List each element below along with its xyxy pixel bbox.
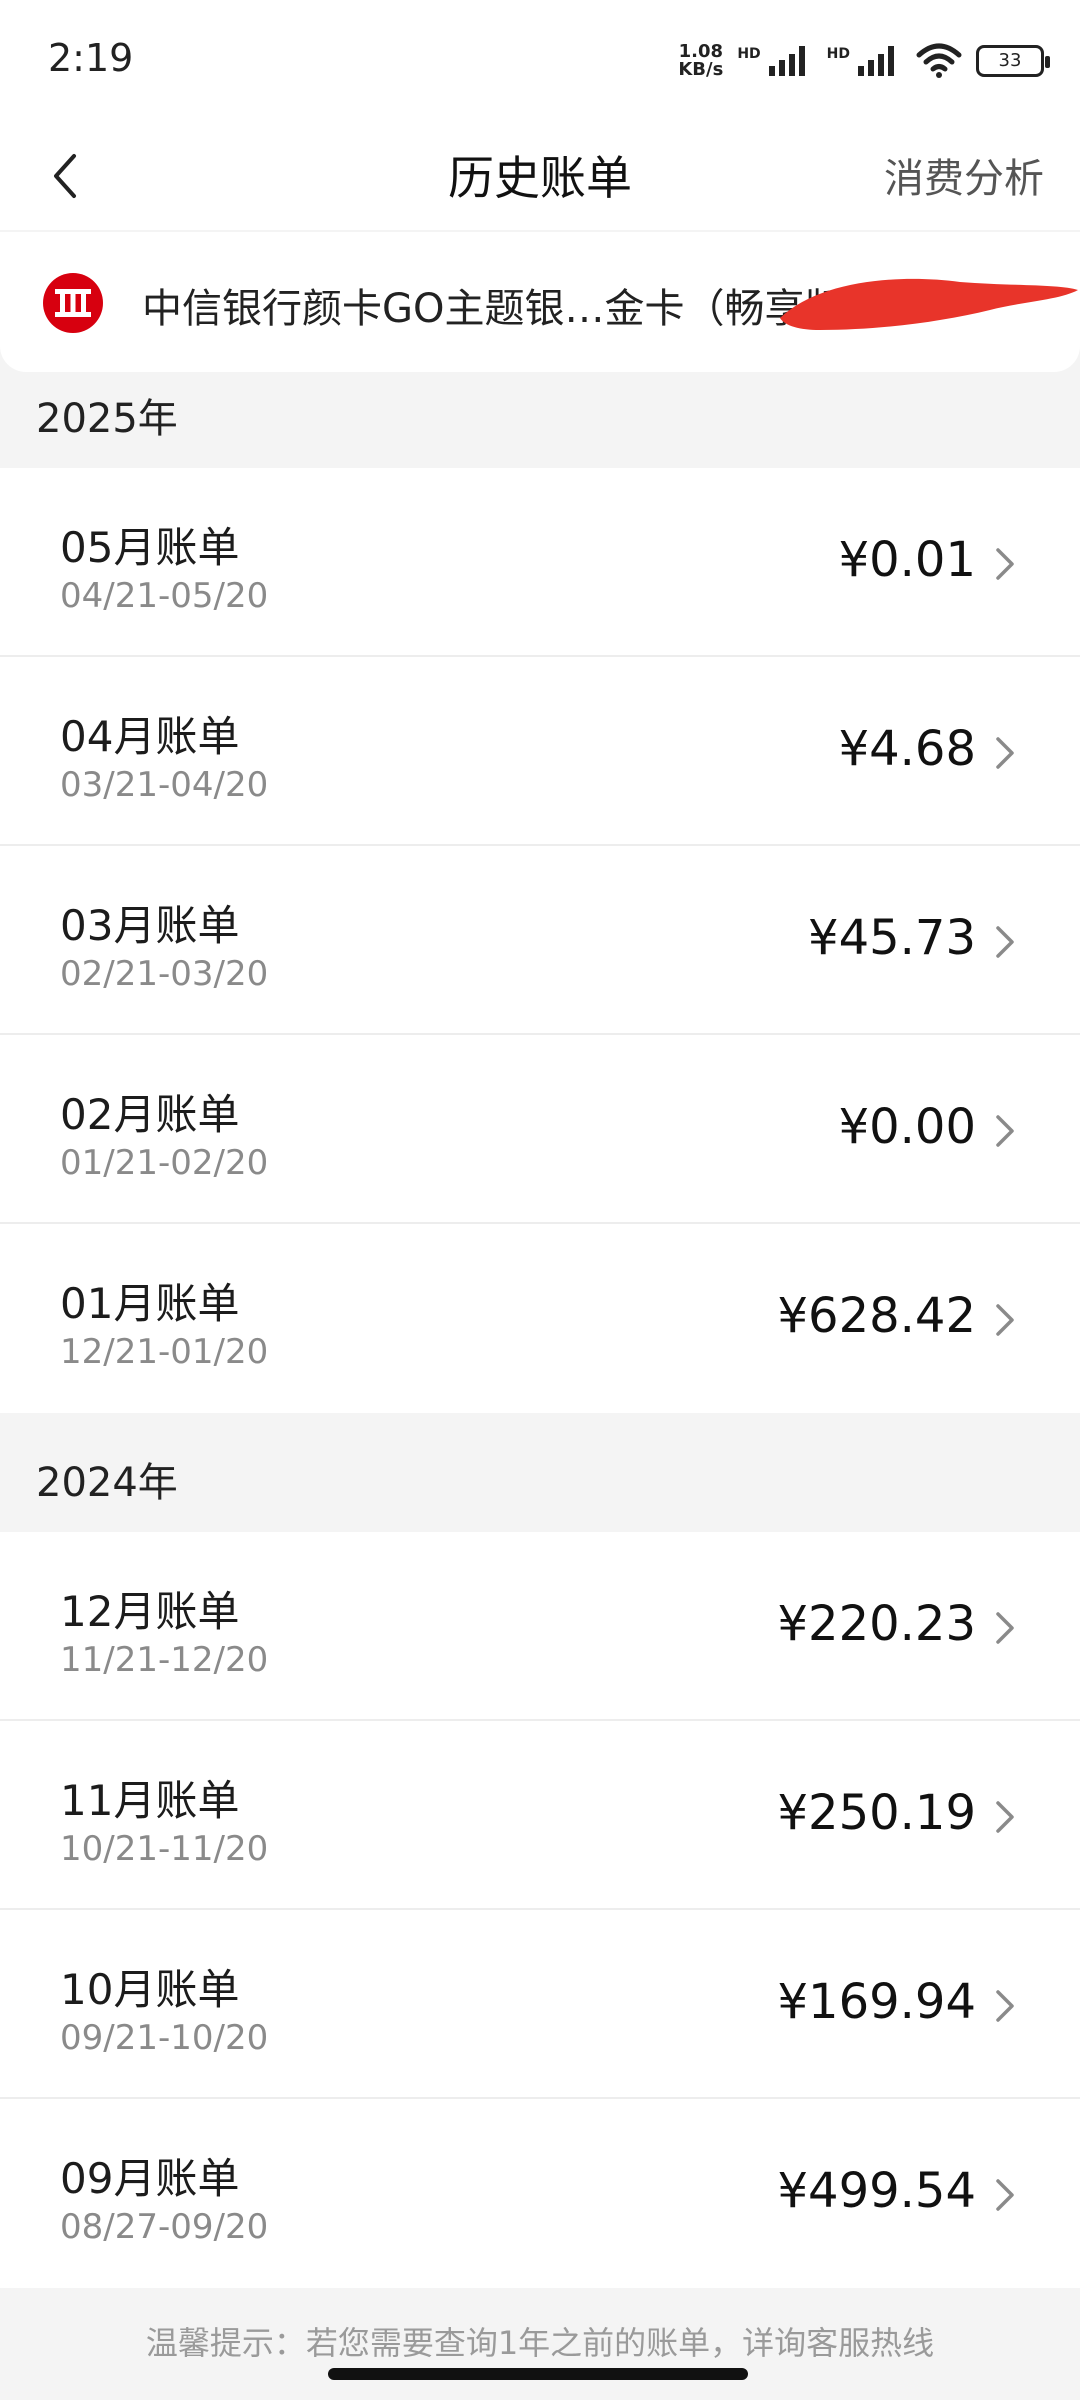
bill-title: 10月账单 (60, 1965, 240, 2014)
bill-title: 02月账单 (60, 1090, 240, 1139)
bill-title: 12月账单 (60, 1587, 240, 1636)
cell-signal-1-icon: HD (737, 46, 812, 76)
bill-row[interactable]: 10月账单 09/21-10/20 ¥169.94 (0, 1910, 1080, 2099)
bill-amount: ¥220.23 (777, 1596, 977, 1652)
year-header-2024: 2024年 (36, 1460, 178, 1506)
battery-icon: 33 (976, 45, 1050, 77)
bill-amount: ¥499.54 (777, 2163, 977, 2219)
chevron-right-icon (996, 737, 1014, 769)
bill-period: 11/21-12/20 (60, 1640, 269, 1680)
chevron-right-icon (996, 2179, 1014, 2211)
bill-period: 02/21-03/20 (60, 954, 269, 994)
bill-period: 10/21-11/20 (60, 1829, 269, 1869)
nav-bar: 历史账单 消费分析 (0, 120, 1080, 230)
network-speed-unit: KB/s (678, 59, 724, 80)
bill-row[interactable]: 04月账单 03/21-04/20 ¥4.68 (0, 657, 1080, 846)
bill-amount: ¥250.19 (777, 1785, 977, 1841)
bill-amount: ¥4.68 (838, 721, 976, 777)
bill-title: 03月账单 (60, 901, 240, 950)
chevron-right-icon (996, 1612, 1014, 1644)
status-time: 2:19 (48, 36, 134, 80)
bill-title: 09月账单 (60, 2154, 240, 2203)
bill-title: 04月账单 (60, 712, 240, 761)
bill-period: 09/21-10/20 (60, 2018, 269, 2058)
year-header-2025: 2025年 (36, 396, 178, 442)
status-bar: 2:19 1.08 KB/s HD HD 33 (0, 0, 1080, 120)
chevron-right-icon (996, 926, 1014, 958)
bill-row[interactable]: 12月账单 11/21-12/20 ¥220.23 (0, 1532, 1080, 1721)
bill-title: 01月账单 (60, 1279, 240, 1328)
wifi-icon (916, 43, 962, 78)
bill-amount: ¥45.73 (808, 910, 976, 966)
hd-label: HD (737, 46, 761, 62)
bill-row[interactable]: 03月账单 02/21-03/20 ¥45.73 (0, 846, 1080, 1035)
bill-row[interactable]: 02月账单 01/21-02/20 ¥0.00 (0, 1035, 1080, 1224)
bill-title: 05月账单 (60, 523, 240, 572)
bill-period: 04/21-05/20 (60, 576, 269, 616)
bill-period: 12/21-01/20 (60, 1332, 269, 1372)
bill-row[interactable]: 09月账单 08/27-09/20 ¥499.54 (0, 2099, 1080, 2288)
bill-row[interactable]: 11月账单 10/21-11/20 ¥250.19 (0, 1721, 1080, 1910)
hd-label: HD (826, 46, 850, 62)
network-speed: 1.08 KB/s (678, 43, 723, 79)
bill-row[interactable]: 01月账单 12/21-01/20 ¥628.42 (0, 1224, 1080, 1413)
bill-amount: ¥0.00 (838, 1099, 976, 1155)
bill-list-2025: 05月账单 04/21-05/20 ¥0.01 04月账单 03/21-04/2… (0, 468, 1080, 1413)
bill-amount: ¥0.01 (838, 532, 976, 588)
bill-period: 03/21-04/20 (60, 765, 269, 805)
redaction-mark (780, 278, 1078, 330)
home-indicator[interactable] (328, 2368, 748, 2380)
bill-amount: ¥169.94 (777, 1974, 977, 2030)
status-icons: 1.08 KB/s HD HD 33 (678, 36, 1050, 86)
bill-title: 11月账单 (60, 1776, 240, 1825)
chevron-right-icon (996, 1304, 1014, 1336)
cell-signal-2-icon: HD (827, 46, 902, 76)
bill-list-2024: 12月账单 11/21-12/20 ¥220.23 11月账单 10/21-11… (0, 1532, 1080, 2288)
bill-row[interactable]: 05月账单 04/21-05/20 ¥0.01 (0, 468, 1080, 657)
spending-analysis-link[interactable]: 消费分析 (884, 146, 1044, 204)
chevron-right-icon (996, 548, 1014, 580)
bill-period: 08/27-09/20 (60, 2207, 269, 2247)
chevron-right-icon (996, 1801, 1014, 1833)
chevron-right-icon (996, 1990, 1014, 2022)
citic-bank-logo-icon (43, 273, 103, 333)
chevron-right-icon (996, 1115, 1014, 1147)
bill-amount: ¥628.42 (777, 1288, 977, 1344)
bill-period: 01/21-02/20 (60, 1143, 269, 1183)
history-hint-text: 温馨提示：若您需要查询1年之前的账单，详询客服热线 (145, 2324, 935, 2362)
